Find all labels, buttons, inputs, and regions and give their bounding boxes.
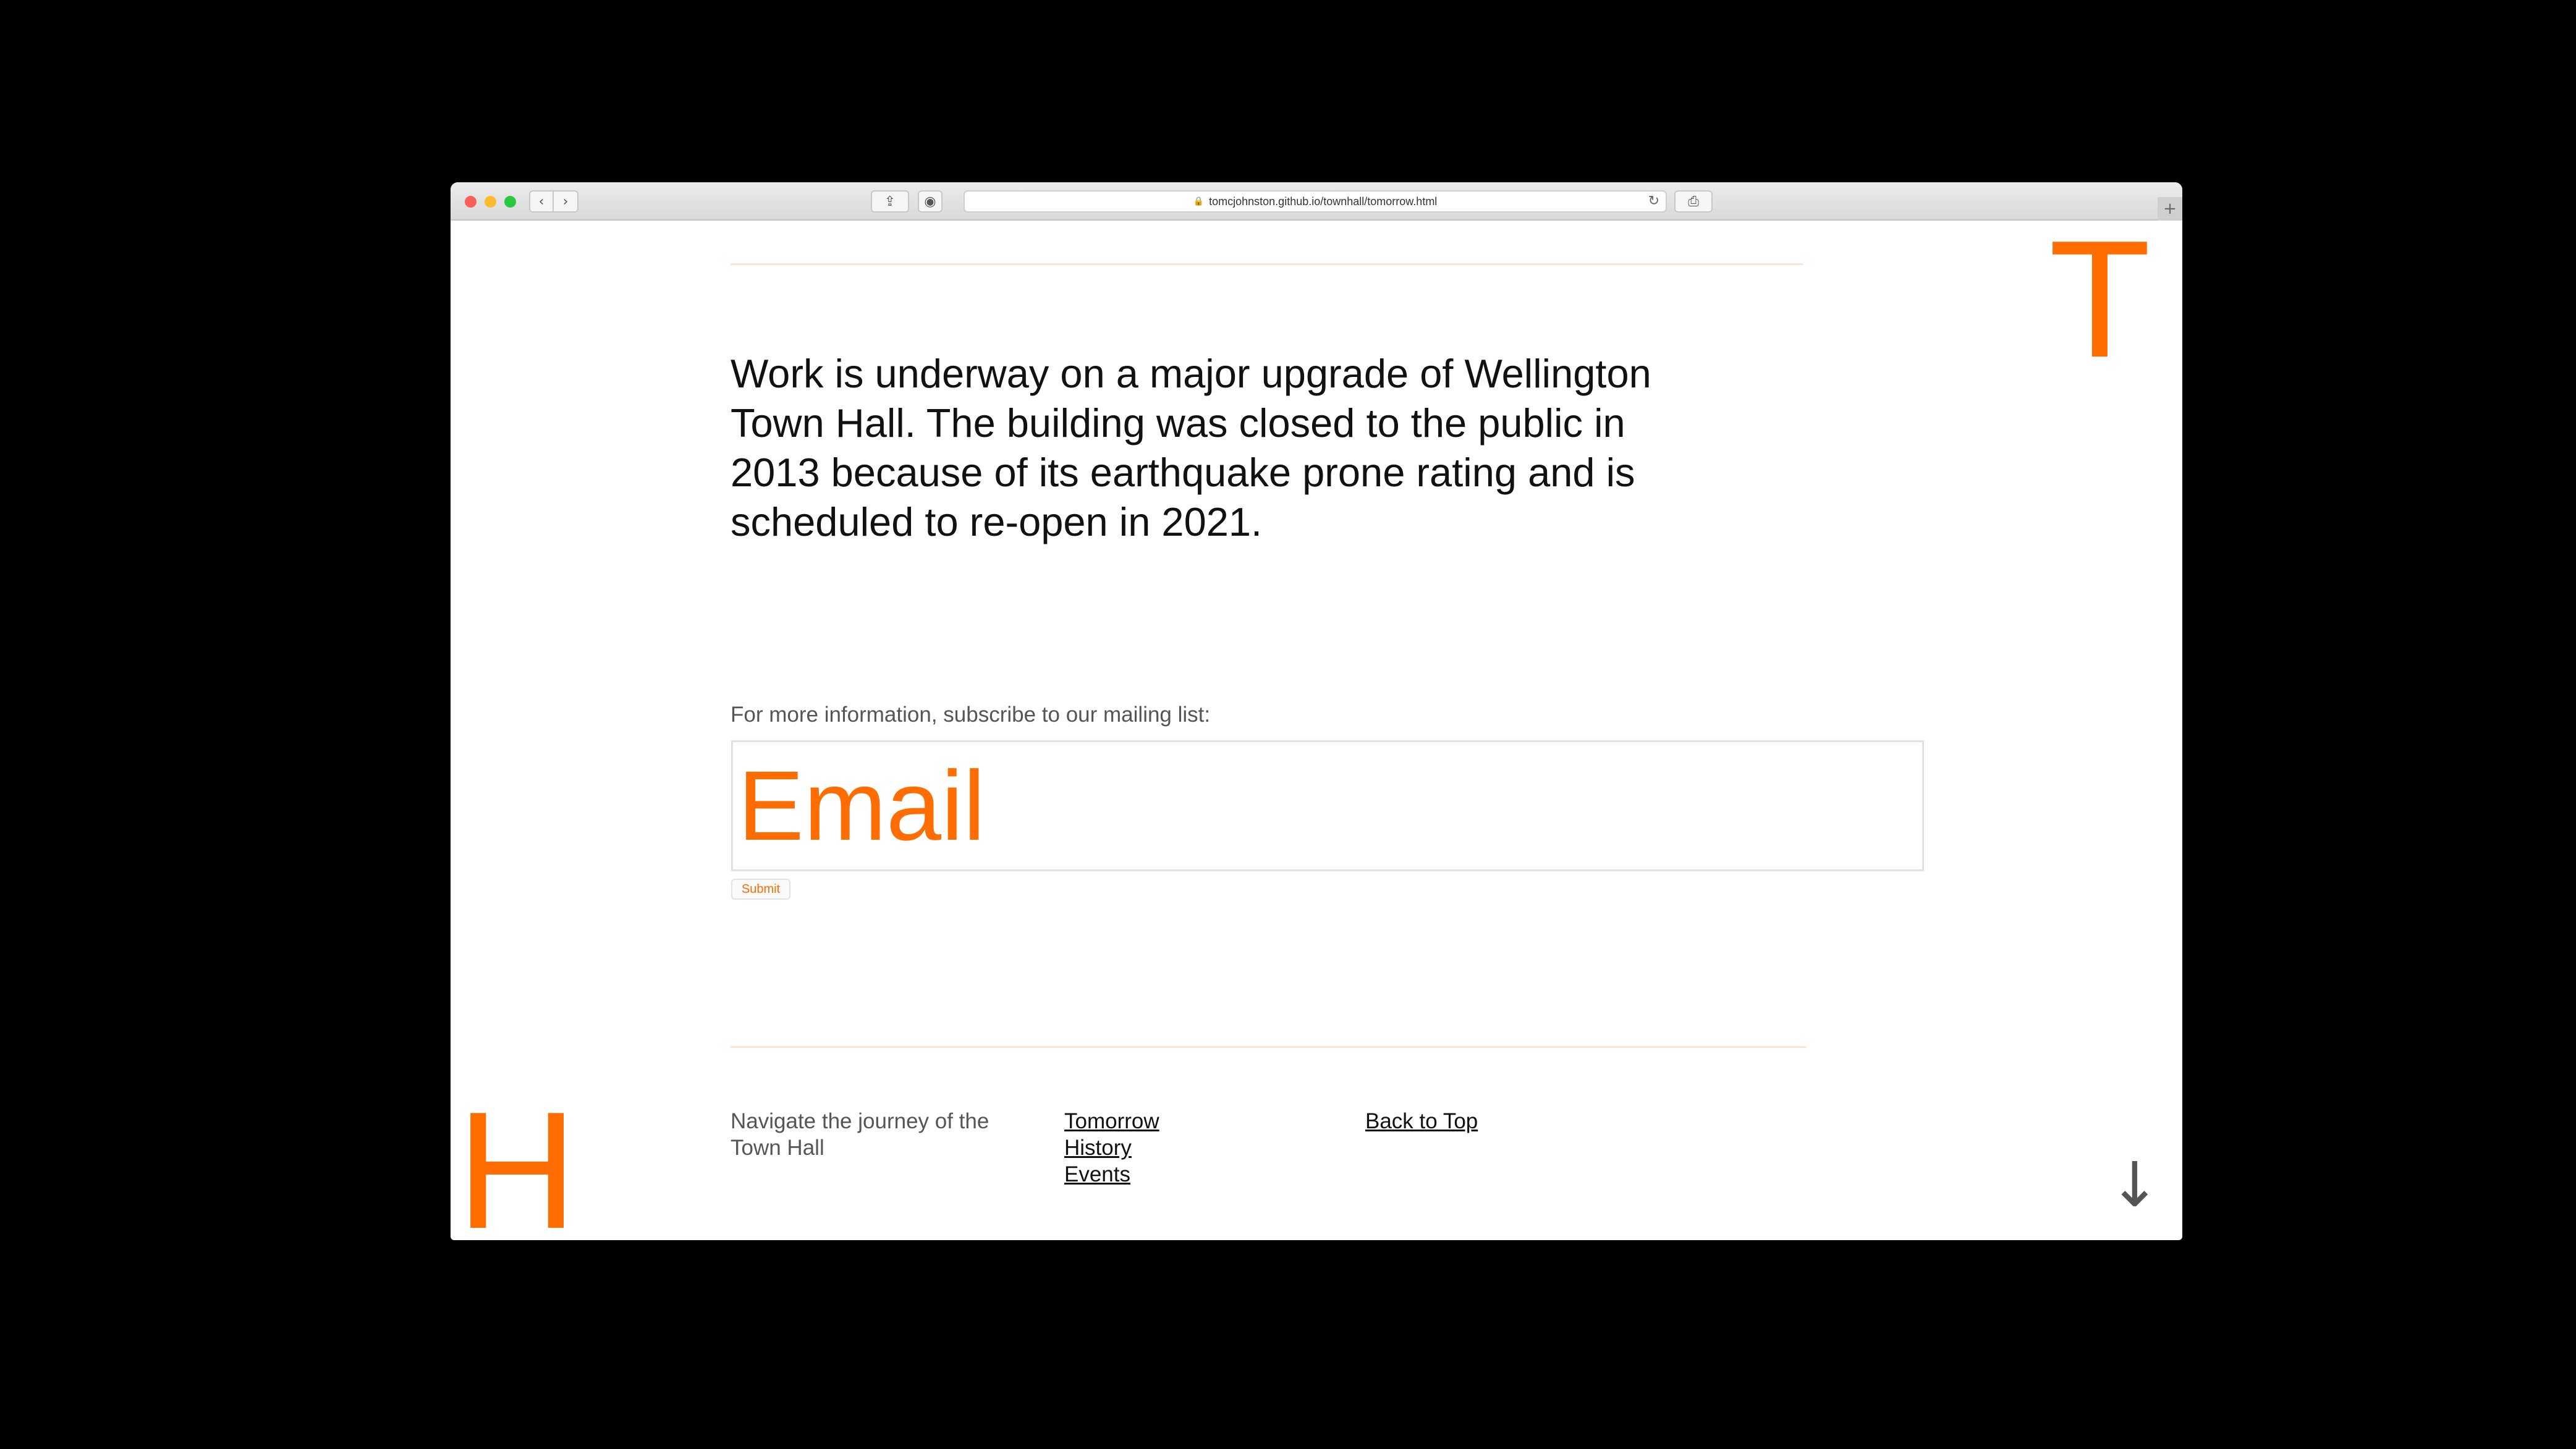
close-icon[interactable] — [465, 196, 477, 208]
back-to-top-column: Back to Top — [1365, 1108, 1489, 1134]
share-icon: ⇪ — [884, 193, 896, 209]
forward-button[interactable]: › — [554, 190, 578, 213]
browser-toolbar: ‹ › ⇪ ◉ 🔒 tomcjohnston.github.io/townhal… — [451, 182, 2182, 221]
top-divider — [731, 263, 1803, 265]
corner-letter-t: T — [2049, 206, 2151, 392]
print-icon: ⎙ — [1688, 193, 1699, 209]
submit-button[interactable]: Submit — [731, 879, 790, 900]
minimize-icon[interactable] — [485, 196, 496, 208]
address-bar[interactable]: 🔒 tomcjohnston.github.io/townhall/tomorr… — [964, 190, 1667, 213]
footer-nav: Tomorrow History Events — [1064, 1108, 1159, 1188]
share-button[interactable]: ⇪ — [871, 190, 909, 213]
footer-intro: Navigate the journey of the Town Hall — [731, 1109, 989, 1160]
plus-icon: + — [2163, 200, 2177, 218]
nav-link-tomorrow[interactable]: Tomorrow — [1064, 1108, 1159, 1134]
nav-link-history[interactable]: History — [1064, 1134, 1159, 1161]
back-to-top-link[interactable]: Back to Top — [1365, 1108, 1489, 1134]
subscribe-label: For more information, subscribe to our m… — [731, 703, 1211, 727]
browser-window: ‹ › ⇪ ◉ 🔒 tomcjohnston.github.io/townhal… — [451, 182, 2182, 1240]
back-button[interactable]: ‹ — [529, 190, 554, 213]
nav-link-events[interactable]: Events — [1064, 1161, 1159, 1188]
bottom-divider — [731, 1046, 1806, 1048]
arrow-down-icon[interactable]: ↓ — [2109, 1154, 2161, 1216]
email-field[interactable] — [731, 740, 1924, 871]
corner-letter-h: H — [457, 1078, 577, 1241]
chevron-left-icon: ‹ — [538, 193, 544, 209]
new-tab-button[interactable]: + — [2158, 197, 2182, 221]
chevron-right-icon: › — [562, 193, 569, 209]
url-text: tomcjohnston.github.io/townhall/tomorrow… — [1209, 195, 1438, 208]
extension-icon: ◉ — [924, 193, 936, 209]
lock-icon: 🔒 — [1193, 196, 1205, 206]
reload-icon[interactable]: ↻ — [1648, 193, 1659, 209]
extension-button[interactable]: ◉ — [918, 190, 943, 213]
print-button[interactable]: ⎙ — [1674, 190, 1713, 213]
zoom-icon[interactable] — [504, 196, 516, 208]
lead-paragraph: Work is underway on a major upgrade of W… — [731, 351, 1651, 544]
